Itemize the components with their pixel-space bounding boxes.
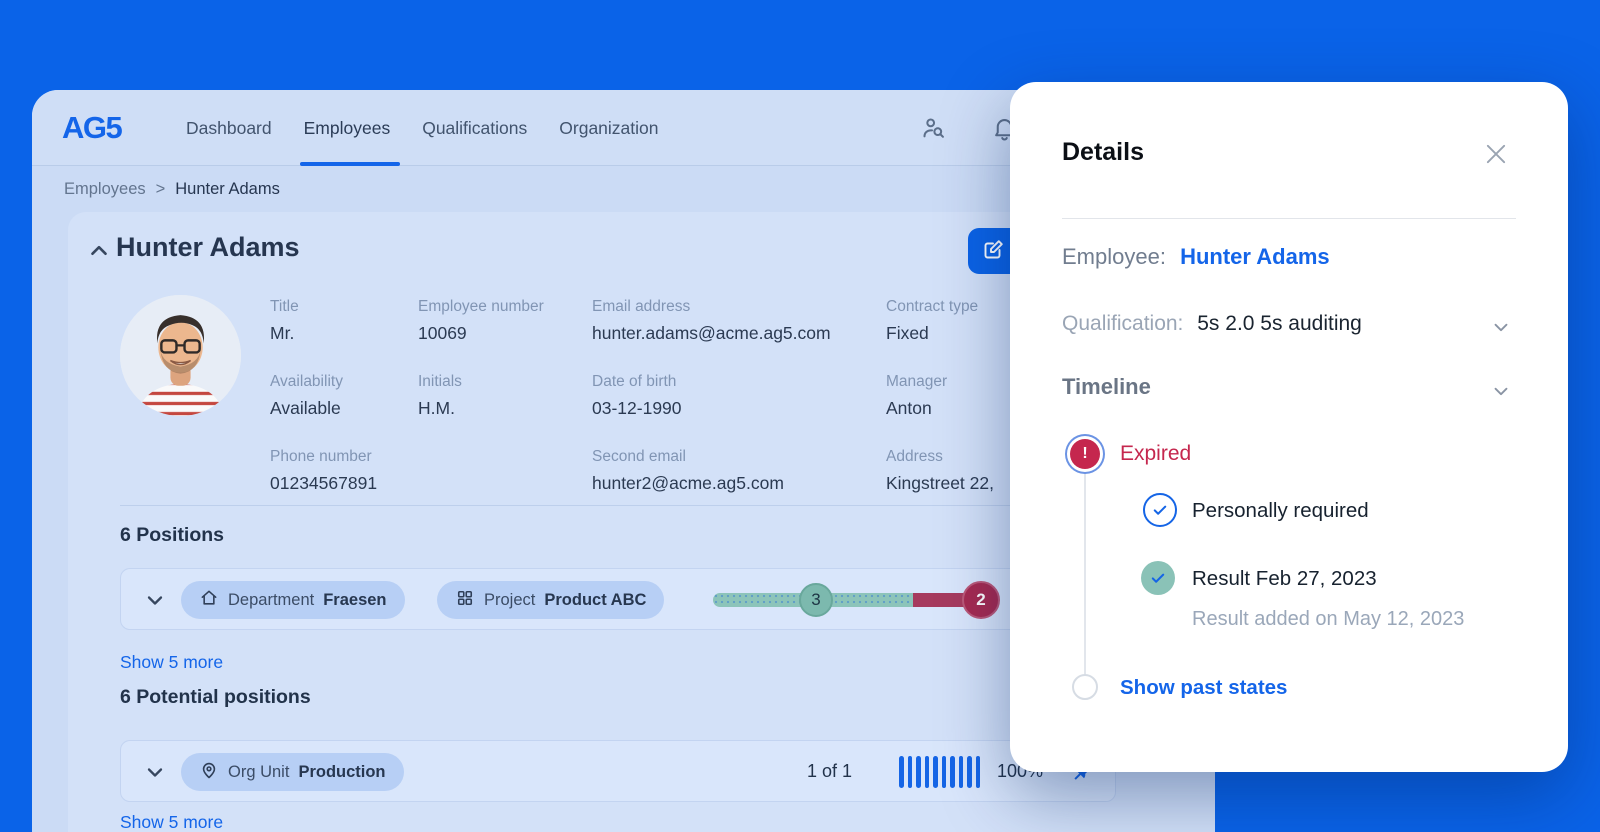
tab-employees[interactable]: Employees: [299, 90, 400, 166]
field-date-of-birth: Date of birth 03-12-1990: [592, 373, 682, 418]
show-past-states-link[interactable]: Show past states: [1120, 676, 1287, 700]
check-circle-icon: [1143, 493, 1177, 527]
field-email: Email address hunter.adams@acme.ag5.com: [592, 298, 831, 343]
location-pin-icon: [199, 760, 219, 785]
capacity-bar: [967, 756, 972, 788]
capacity-bar: [941, 756, 946, 788]
field-spacer: [418, 448, 592, 494]
home-icon: [199, 588, 219, 613]
capacity-bar: [975, 756, 980, 788]
department-chip[interactable]: Department Fraesen: [181, 581, 405, 619]
chip-type-label: Org Unit: [228, 762, 290, 781]
chip-value: Production: [298, 762, 386, 781]
timeline-heading: Timeline: [1062, 374, 1151, 399]
breadcrumb-separator: >: [155, 179, 166, 198]
chip-type-label: Department: [228, 590, 315, 609]
employee-line: Employee: Hunter Adams: [1062, 244, 1330, 270]
nav-tabs: Dashboard Employees Qualifications Organ…: [184, 90, 661, 166]
breadcrumb-current: Hunter Adams: [175, 179, 280, 198]
grid-icon: [455, 588, 475, 613]
timeline-connector: [1084, 454, 1086, 688]
show-more-potential-link[interactable]: Show 5 more: [120, 812, 223, 832]
edit-pencil-icon: [981, 238, 1005, 265]
potential-positions-heading: 6 Potential positions: [120, 686, 311, 708]
ag5-logo: AG5: [62, 110, 123, 145]
capacity-bar: [933, 756, 938, 788]
page-background: { "colors": { "accent": "#1465e9", "expi…: [0, 0, 1600, 832]
employee-fields: Title Mr. Employee number 10069 Email addr…: [270, 298, 1136, 494]
field-availability: Availability Available: [270, 373, 343, 418]
employee-avatar: [120, 295, 241, 416]
chevron-down-icon[interactable]: [1490, 316, 1512, 338]
result-check-icon: [1141, 561, 1175, 595]
capacity-bar: [924, 756, 929, 788]
employee-name-link[interactable]: Hunter Adams: [1180, 244, 1330, 269]
field-title: Title Mr.: [270, 298, 299, 343]
project-chip[interactable]: Project Product ABC: [437, 581, 665, 619]
chevron-down-icon[interactable]: [1490, 380, 1512, 402]
capacity-bar: [899, 756, 904, 788]
capacity-bar: [958, 756, 963, 788]
chevron-down-icon[interactable]: [143, 588, 167, 612]
nav-icon-group: [920, 115, 1018, 142]
tab-organization[interactable]: Organization: [557, 90, 660, 166]
org-unit-chip[interactable]: Org Unit Production: [181, 753, 404, 791]
field-phone: Phone number 01234567891: [270, 448, 378, 493]
field-employee-number: Employee number 10069: [418, 298, 544, 343]
capacity-bar: [907, 756, 912, 788]
details-title: Details: [1062, 138, 1144, 166]
breadcrumb-employees[interactable]: Employees: [64, 180, 146, 199]
qualification-progress-bar[interactable]: 3 2: [713, 581, 1000, 619]
positions-heading: 6 Positions: [120, 524, 225, 546]
qualification-value: 5s 2.0 5s auditing: [1197, 312, 1362, 335]
show-more-positions-link[interactable]: Show 5 more: [120, 652, 223, 673]
capacity-bar: [916, 756, 921, 788]
qualification-line: Qualification: 5s 2.0 5s auditing: [1062, 312, 1362, 336]
tab-qualifications[interactable]: Qualifications: [420, 90, 529, 166]
timeline-result-added-label: Result added on May 12, 2023: [1192, 608, 1465, 630]
past-states-circle-icon: [1072, 674, 1098, 700]
chip-value: Product ABC: [544, 590, 647, 609]
breadcrumb: Employees > Hunter Adams: [32, 167, 280, 211]
ok-count-badge[interactable]: 3: [799, 583, 833, 617]
tab-dashboard[interactable]: Dashboard: [184, 90, 274, 166]
page-title: Hunter Adams: [116, 232, 300, 262]
potential-position-row: Org Unit Production 1 of 1 100%: [120, 740, 1116, 802]
match-count: 1 of 1: [807, 761, 853, 781]
capacity-bar: [950, 756, 955, 788]
chip-type-label: Project: [484, 590, 536, 609]
field-second-email: Second email hunter2@acme.ag5.com: [592, 448, 784, 493]
timeline-result-label: Result Feb 27, 2023: [1192, 567, 1377, 590]
timeline-personally-required-label: Personally required: [1192, 499, 1369, 522]
field-initials: Initials H.M.: [418, 373, 462, 418]
timeline-expired-label: Expired: [1120, 442, 1192, 465]
details-panel: Details Employee: Hunter Adams Qualifica…: [1010, 82, 1568, 772]
expired-alert-icon: !: [1070, 439, 1100, 469]
expired-count-badge[interactable]: 2: [962, 581, 1000, 619]
chip-value: Fraesen: [323, 590, 387, 609]
user-search-icon[interactable]: [920, 115, 947, 142]
qualification-label: Qualification:: [1062, 312, 1184, 335]
position-row: Department Fraesen Project Product ABC 3…: [120, 568, 1116, 630]
capacity-bars-chart: [899, 756, 985, 788]
employee-label: Employee:: [1062, 244, 1166, 269]
close-icon[interactable]: [1482, 140, 1510, 168]
chevron-up-icon[interactable]: [86, 238, 114, 266]
panel-divider: [1062, 218, 1516, 219]
chevron-down-icon[interactable]: [143, 760, 167, 784]
